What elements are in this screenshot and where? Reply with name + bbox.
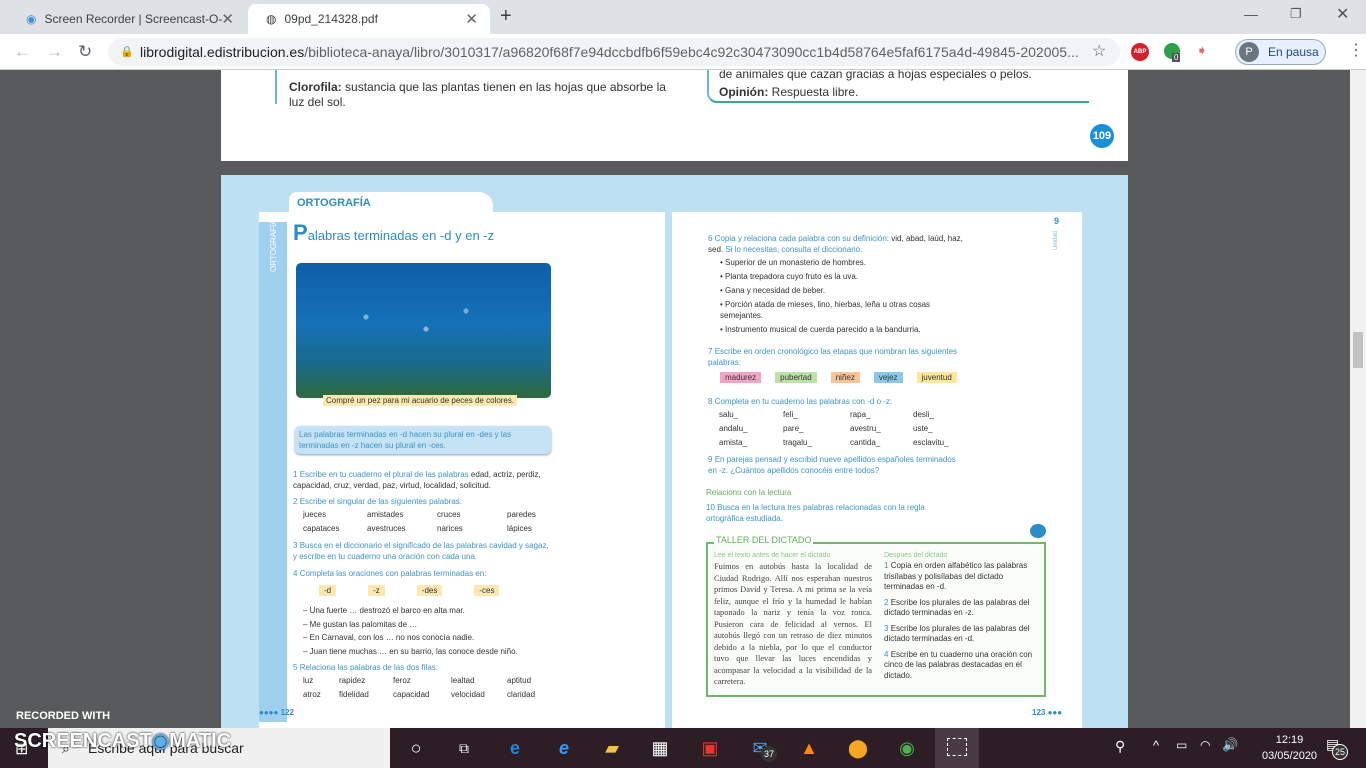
exercise-2-words: jueces amistades cruces paredes capataces ave… xyxy=(303,510,536,533)
exercise-2: 2 Escribe el singular de las siguientes … xyxy=(293,497,462,506)
mail-icon[interactable]: ✉ 37 xyxy=(747,736,777,762)
back-button[interactable]: ← xyxy=(14,42,31,62)
url-path: /biblioteca-anaya/libro/3010317/a96820f6… xyxy=(304,44,1079,60)
scrollbar-thumb[interactable] xyxy=(1353,332,1363,368)
new-tab-button[interactable]: + xyxy=(500,5,512,28)
animales-text: de animales que cazan gracias a hojas es… xyxy=(719,70,1032,81)
file-explorer-icon[interactable]: ▰ xyxy=(599,736,625,760)
url-input[interactable]: 🔒 librodigital.edistribucion.es/bibliote… xyxy=(108,38,1120,66)
people-icon[interactable]: ⚲ xyxy=(1115,738,1125,755)
wifi-icon[interactable]: ◠ xyxy=(1200,738,1210,752)
store-icon[interactable]: ▦ xyxy=(647,736,673,760)
exercise-5: 5 Relaciona las palabras de las dos fila… xyxy=(293,663,438,672)
lock-icon: 🔒 xyxy=(120,46,134,58)
right-page: 9 Unidad 6 Copia y relaciona cada palabr… xyxy=(672,212,1082,728)
internet-explorer-icon[interactable]: e xyxy=(551,736,577,760)
reading-heading: Relaciono con la lectura xyxy=(706,488,792,497)
opinion-text: Opinión: Respuesta libre. xyxy=(719,85,859,99)
screencast-logo: SCREENCAST◉MATIC xyxy=(14,730,232,752)
left-page: ORTOGRAFÍA Palabras terminadas en -d y e… xyxy=(259,212,665,728)
exercise-1: 1 Escribe en tu cuaderno el plural de la… xyxy=(293,470,541,490)
url-host: librodigital.edistribucion.es xyxy=(140,44,305,60)
tab-screen-recorder[interactable]: ◉ Screen Recorder | Screencast-O- ✕ xyxy=(8,4,246,34)
close-tab-icon[interactable]: ✕ xyxy=(221,10,234,28)
photo-caption: Compré un pez para mi acuario de peces d… xyxy=(323,395,518,406)
page-number-123: 123 ●●● xyxy=(1032,708,1063,717)
dictation-text: Fuimos en autobús hasta la localidad de … xyxy=(714,562,872,686)
profile-button[interactable]: P En pausa xyxy=(1235,39,1326,65)
unit-label: Unidad xyxy=(1053,230,1059,250)
side-label: ORTOGRAFÍA xyxy=(269,219,278,272)
restore-button[interactable]: ❐ xyxy=(1290,6,1302,22)
before-label: Lee el texto antes de hacer el dictado xyxy=(714,552,831,559)
record-icon: ◉ xyxy=(26,12,37,26)
minimize-button[interactable]: — xyxy=(1244,6,1258,22)
clorofila-definition: Clorofila: sustancia que las plantas tie… xyxy=(289,80,666,109)
extension-check-icon[interactable]: 0 xyxy=(1164,43,1181,62)
reload-button[interactable]: ↻ xyxy=(78,42,92,62)
close-tab-icon[interactable]: ✕ xyxy=(465,10,478,28)
ex8-words: salu_ feli_ rapa_ desli_ andalu_ pare_ avestru… xyxy=(719,410,949,447)
page-number-122: ●●●● 122 xyxy=(259,708,294,717)
exercise-6: 6 Copia y relaciona cada palabra con su … xyxy=(708,234,963,254)
vlc-icon[interactable]: ▲ xyxy=(796,736,822,760)
mail-badge: 37 xyxy=(761,746,777,762)
pdf-page-122-123: ORTOGRAFÍA ORTOGRAFÍA Palabras terminada… xyxy=(221,175,1128,728)
watermark-recorded: RECORDED WITH xyxy=(16,710,111,722)
pdf-page-109: Clorofila: sustancia que las plantas tie… xyxy=(221,70,1128,161)
page-title: Palabras terminadas en -d y en -z xyxy=(293,220,495,245)
close-window-button[interactable]: ✕ xyxy=(1336,4,1349,24)
ex4-sentences: – Una fuerte … destrozó el barco en alta… xyxy=(303,606,518,657)
unit-number: 9 xyxy=(1054,216,1060,226)
exercise-10: 10 Busca en la lectura tres palabras rel… xyxy=(706,503,925,523)
exercise-5-words: luz rapidez feroz lealtad aptitud atroz fideli… xyxy=(303,676,536,699)
notifications-icon[interactable]: ▤ 25 xyxy=(1326,736,1348,760)
taller-dictado-box: TALLER DEL DICTADO Lee el texto antes de… xyxy=(706,524,1046,697)
bookmark-star-icon[interactable]: ☆ xyxy=(1092,41,1106,61)
show-hidden-icons[interactable]: ^ xyxy=(1153,738,1159,753)
notification-badge: 25 xyxy=(1332,744,1348,760)
edge-icon[interactable]: e xyxy=(502,736,528,760)
tab-pdf[interactable]: ◍ 09pd_214328.pdf ✕ xyxy=(248,4,490,34)
mascot-icon xyxy=(1030,524,1046,538)
tab-title: Screen Recorder | Screencast-O- xyxy=(44,12,223,26)
taskbar: ⊞ ⌕ Escribe aquí para buscar SCREENCAST◉… xyxy=(0,728,1366,768)
page-number: 109 xyxy=(1090,124,1114,148)
taller-title: TALLER DEL DICTADO xyxy=(714,535,814,545)
ex6-definitions: • Superior de un monasterio de hombres. •… xyxy=(720,258,931,334)
gift-icon[interactable]: ▣ xyxy=(697,736,723,760)
forward-button[interactable]: → xyxy=(46,42,63,62)
ex7-tags: madurez pubertad niñez vejez juventud xyxy=(720,372,957,383)
cast-extension-icon[interactable]: ➧ xyxy=(1196,42,1208,59)
fish-photo xyxy=(296,263,551,398)
screencast-app-icon[interactable] xyxy=(935,728,979,768)
ex4-tags: -d -z -des -ces xyxy=(319,585,500,596)
adblock-icon[interactable]: ABP xyxy=(1131,43,1149,61)
volume-icon[interactable]: 🔊 xyxy=(1222,737,1238,753)
shield-app-icon[interactable]: ⬤ xyxy=(845,736,871,760)
task-view-icon[interactable]: ⧉ xyxy=(451,736,477,760)
after-list: 1 Copia en orden alfabético las palabras… xyxy=(884,561,1033,680)
cortana-icon[interactable]: ○ xyxy=(403,736,429,760)
menu-icon[interactable]: ⋮ xyxy=(1348,40,1364,60)
avatar: P xyxy=(1239,42,1259,62)
pdf-viewer: Clorofila: sustancia que las plantas tie… xyxy=(0,70,1350,728)
chrome-icon[interactable]: ◉ xyxy=(894,736,920,760)
exercise-8: 8 Completa en tu cuaderno las palabras c… xyxy=(708,397,893,406)
exercise-7: 7 Escribe en orden cronológico las etapa… xyxy=(708,347,958,367)
globe-icon: ◍ xyxy=(266,12,277,26)
after-label: Después del dictado xyxy=(884,552,948,559)
address-bar: ← → ↻ 🔒 librodigital.edistribucion.es/bi… xyxy=(0,34,1366,70)
tab-title: 09pd_214328.pdf xyxy=(284,12,378,26)
extension-badge: 0 xyxy=(1172,53,1181,62)
clock[interactable]: 12:19 03/05/2020 xyxy=(1262,732,1317,764)
scrollbar[interactable] xyxy=(1350,70,1366,728)
exercise-9: 9 En parejas pensad y escribid nueve ape… xyxy=(708,455,956,475)
exercise-3: 3 Busca en el diccionario el significado… xyxy=(293,541,549,561)
battery-icon[interactable]: ▭ xyxy=(1176,738,1187,752)
rule-box: Las palabras terminadas en -d hacen su p… xyxy=(295,426,551,454)
exercise-4: 4 Completa las oraciones con palabras te… xyxy=(293,569,487,578)
tab-bar: ◉ Screen Recorder | Screencast-O- ✕ ◍ 09… xyxy=(0,0,1366,34)
profile-label: En pausa xyxy=(1268,45,1319,59)
